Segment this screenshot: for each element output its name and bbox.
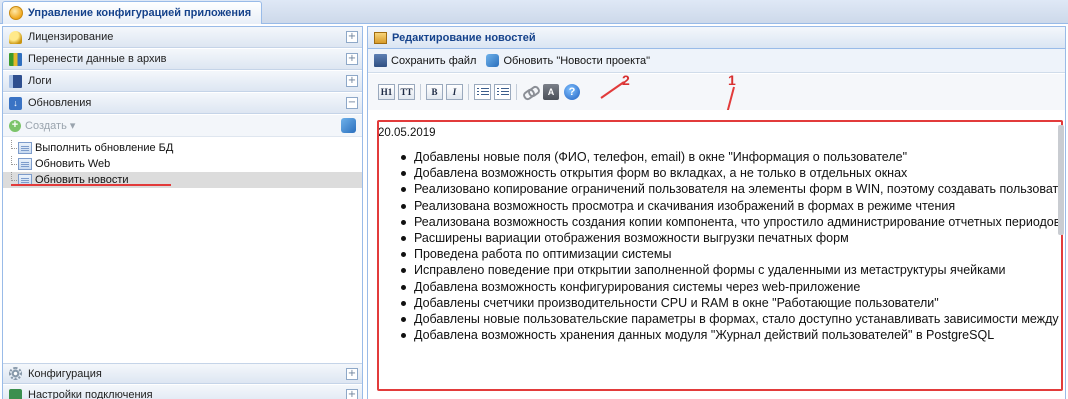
news-editor-panel: Редактирование новостей Сохранить файл О…	[367, 26, 1066, 399]
folder-icon	[374, 31, 387, 44]
archive-icon	[9, 52, 22, 66]
collapse-icon[interactable]: −	[346, 97, 358, 109]
document-icon	[18, 158, 32, 170]
expand-icon[interactable]: +	[346, 368, 358, 380]
bold-button[interactable]: B	[426, 84, 443, 100]
save-icon	[374, 54, 387, 67]
save-label: Сохранить файл	[391, 54, 477, 67]
toolbar-separator	[420, 84, 421, 100]
heading-button[interactable]: H1	[378, 84, 395, 100]
annotation-arrow-2	[600, 81, 625, 99]
logs-icon	[9, 74, 22, 88]
download-icon: ↓	[9, 96, 22, 110]
panel-header: Редактирование новостей	[368, 27, 1065, 49]
tree-item-label: Обновить Web	[35, 158, 111, 170]
section-label: Обновления	[28, 97, 92, 109]
section-label: Конфигурация	[28, 367, 102, 380]
create-toolbar: + Создать ▾	[3, 115, 362, 137]
connection-icon	[9, 388, 22, 399]
top-tab-bar: Управление конфигурацией приложения	[0, 0, 1068, 24]
document-icon	[18, 142, 32, 154]
sidebar: Лицензирование + Перенести данные в архи…	[2, 26, 363, 399]
create-button[interactable]: Создать ▾	[25, 119, 75, 132]
sidebar-section-archive[interactable]: Перенести данные в архив +	[3, 49, 362, 70]
tree-item-label: Выполнить обновление БД	[35, 142, 174, 154]
updates-tree: Выполнить обновление БД Обновить Web Обн…	[3, 140, 362, 188]
save-file-button[interactable]: Сохранить файл	[374, 54, 476, 67]
editor-scrollbar[interactable]	[1058, 125, 1064, 235]
key-icon	[9, 30, 22, 44]
expand-icon[interactable]: +	[346, 75, 358, 87]
refresh-label: Обновить "Новости проекта"	[503, 54, 651, 67]
sidebar-section-updates[interactable]: ↓ Обновления −	[3, 93, 362, 114]
source-edit-icon[interactable]: A	[543, 84, 559, 100]
sidebar-section-licensing[interactable]: Лицензирование +	[3, 27, 362, 48]
annotation-underline	[11, 184, 171, 186]
tree-item-update-db[interactable]: Выполнить обновление БД	[3, 140, 362, 156]
gear-icon	[9, 367, 22, 380]
toolbar-separator	[468, 84, 469, 100]
expand-icon[interactable]: +	[346, 389, 358, 399]
editor-toolbar: H1 TT B I A ?	[378, 82, 580, 102]
expand-icon[interactable]: +	[346, 53, 358, 65]
sidebar-section-logs[interactable]: Логи +	[3, 71, 362, 92]
bullet-list-icon[interactable]	[494, 84, 511, 100]
refresh-news-button[interactable]: Обновить "Новости проекта"	[486, 54, 650, 67]
toolbar-separator	[516, 84, 517, 100]
sidebar-section-configuration[interactable]: Конфигурация +	[3, 363, 362, 384]
tree-item-update-web[interactable]: Обновить Web	[3, 156, 362, 172]
tree-branch-line	[11, 140, 17, 149]
file-toolbar: Сохранить файл Обновить "Новости проекта…	[368, 49, 1065, 73]
plus-icon: +	[9, 119, 21, 132]
teletype-button[interactable]: TT	[398, 84, 415, 100]
editor-toolbar-row: H1 TT B I A ?	[368, 74, 1065, 153]
ordered-list-icon[interactable]	[474, 84, 491, 100]
app-tab[interactable]: Управление конфигурацией приложения	[2, 1, 263, 24]
italic-button[interactable]: I	[446, 84, 463, 100]
section-label: Перенести данные в архив	[28, 53, 167, 65]
help-icon[interactable]: ?	[564, 84, 580, 100]
tree-branch-line	[11, 172, 17, 181]
refresh-icon[interactable]	[341, 118, 356, 133]
annotation-box-1	[377, 120, 1063, 391]
sidebar-section-connection[interactable]: Настройки подключения +	[3, 385, 362, 399]
link-icon[interactable]	[522, 84, 538, 100]
refresh-icon	[486, 54, 500, 67]
app-gear-icon	[9, 6, 23, 20]
app-tab-title: Управление конфигурацией приложения	[28, 7, 252, 19]
tree-branch-line	[11, 156, 17, 165]
section-label: Логи	[28, 75, 52, 87]
section-label: Лицензирование	[28, 31, 114, 43]
section-label: Настройки подключения	[28, 389, 153, 399]
expand-icon[interactable]: +	[346, 31, 358, 43]
panel-title: Редактирование новостей	[392, 31, 536, 44]
